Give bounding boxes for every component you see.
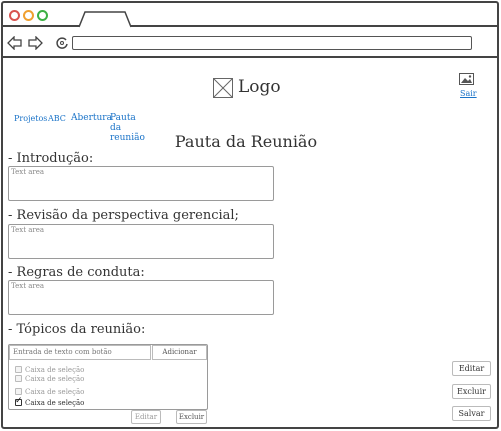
section-label-regras: - Regras de conduta: bbox=[8, 265, 145, 280]
textarea-placeholder: Text area bbox=[11, 226, 45, 234]
section-label-topicos: - Tópicos da reunião: bbox=[8, 322, 146, 337]
logo-image-icon bbox=[213, 78, 233, 98]
breadcrumb-item-projetos[interactable]: Projetos bbox=[14, 114, 47, 123]
checkbox[interactable] bbox=[15, 366, 22, 373]
browser-tab[interactable] bbox=[78, 11, 132, 28]
url-field[interactable] bbox=[72, 36, 472, 50]
checkbox-label: Caixa de seleção bbox=[25, 388, 85, 396]
topic-entry-placeholder: Entrada de texto com botão bbox=[13, 348, 112, 356]
regras-textarea[interactable]: Text area bbox=[8, 280, 274, 315]
back-arrow-icon[interactable] bbox=[7, 36, 23, 50]
textarea-placeholder: Text area bbox=[11, 168, 45, 176]
reload-icon[interactable] bbox=[55, 36, 69, 50]
breadcrumb-item-abertura[interactable]: Abertura bbox=[71, 113, 112, 123]
image-icon[interactable] bbox=[459, 73, 474, 85]
maximize-window-dot[interactable] bbox=[37, 10, 48, 21]
section-label-introducao: - Introdução: bbox=[8, 151, 94, 166]
topic-checkbox-row[interactable]: Caixa de seleção bbox=[15, 375, 84, 383]
topic-checkbox-row[interactable]: Caixa de seleção bbox=[15, 388, 84, 396]
forward-arrow-icon[interactable] bbox=[27, 36, 43, 50]
introducao-textarea[interactable]: Text area bbox=[8, 166, 274, 201]
checkbox-checked[interactable] bbox=[15, 396, 23, 406]
delete-button[interactable]: Excluir bbox=[452, 384, 491, 399]
checkbox-label: Caixa de seleção bbox=[25, 399, 85, 407]
save-button[interactable]: Salvar bbox=[452, 406, 491, 421]
section-label-revisao: - Revisão da perspectiva gerencial; bbox=[8, 208, 239, 223]
checkbox-label: Caixa de seleção bbox=[25, 366, 85, 374]
minimize-window-dot[interactable] bbox=[23, 10, 34, 21]
checkbox[interactable] bbox=[15, 388, 22, 395]
textarea-placeholder: Text area bbox=[11, 282, 45, 290]
checkbox-label: Caixa de seleção bbox=[25, 375, 85, 383]
page-title: Pauta da Reunião bbox=[174, 132, 318, 151]
topic-checkbox-row[interactable]: Caixa de seleção bbox=[15, 396, 85, 407]
breadcrumb-item-abc[interactable]: ABC bbox=[48, 114, 66, 123]
delete-topic-button[interactable]: Excluir bbox=[176, 410, 207, 424]
edit-topic-button[interactable]: Editar bbox=[131, 410, 161, 424]
logo-text: Logo bbox=[238, 77, 281, 97]
add-topic-button[interactable]: Adicionar bbox=[152, 345, 207, 360]
edit-button[interactable]: Editar bbox=[452, 361, 491, 376]
topic-entry-input[interactable]: Entrada de texto com botão bbox=[9, 345, 151, 360]
logout-link[interactable]: Sair bbox=[460, 89, 477, 98]
revisao-textarea[interactable]: Text area bbox=[8, 224, 274, 259]
close-window-dot[interactable] bbox=[9, 10, 20, 21]
topic-checkbox-row[interactable]: Caixa de seleção bbox=[15, 366, 84, 374]
checkbox[interactable] bbox=[15, 375, 22, 382]
